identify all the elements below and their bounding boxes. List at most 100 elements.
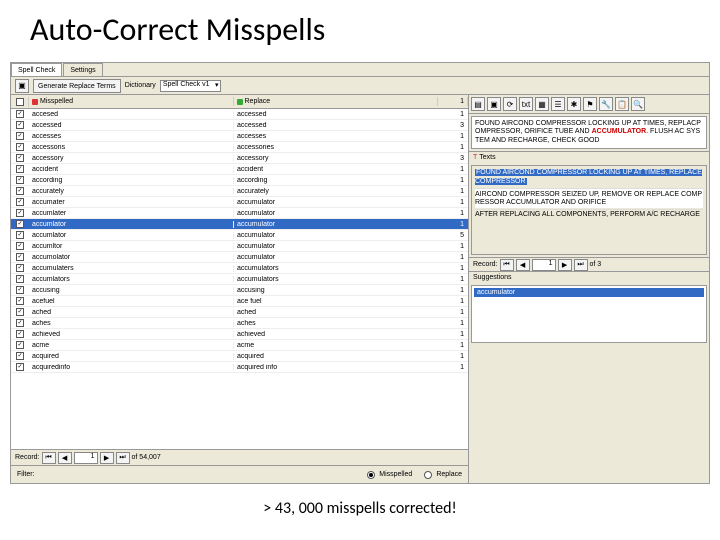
checkbox-icon[interactable] <box>16 297 24 305</box>
table-row[interactable]: accessorisaccessories1 <box>11 142 468 153</box>
row-check-cell[interactable] <box>11 352 29 360</box>
table-row[interactable]: accumlatorsaccumulators1 <box>11 274 468 285</box>
header-misspelled[interactable]: Misspelled <box>29 97 234 106</box>
checkbox-icon[interactable] <box>16 176 24 184</box>
checkbox-icon[interactable] <box>16 143 24 151</box>
checkbox-icon[interactable] <box>16 286 24 294</box>
ctx-nav-prev-button[interactable]: ◀ <box>516 259 530 271</box>
tool-icon-8[interactable]: ⚑ <box>583 97 597 111</box>
checkbox-icon[interactable] <box>16 352 24 360</box>
table-row[interactable]: accordingaccording1 <box>11 175 468 186</box>
table-row[interactable]: accessesaccesses1 <box>11 131 468 142</box>
row-check-cell[interactable] <box>11 308 29 316</box>
checkbox-icon[interactable] <box>16 121 24 129</box>
nav-next-button[interactable]: ▶ <box>100 452 114 464</box>
tool-icon-1[interactable]: ▤ <box>471 97 485 111</box>
row-check-cell[interactable] <box>11 143 29 151</box>
row-check-cell[interactable] <box>11 198 29 206</box>
checkbox-icon[interactable] <box>16 231 24 239</box>
table-row[interactable]: accessedaccessed3 <box>11 120 468 131</box>
dictionary-select[interactable]: Spell Check v1 <box>160 80 221 92</box>
table-row[interactable]: acquiredinfoacquired info1 <box>11 362 468 373</box>
table-row[interactable]: accidentaccident1 <box>11 164 468 175</box>
nav-first-button[interactable]: ⏮ <box>42 452 56 464</box>
suggestion-item[interactable]: accumulator <box>474 288 704 297</box>
checkbox-icon[interactable] <box>16 110 24 118</box>
checkbox-icon[interactable] <box>16 220 24 228</box>
tool-icon-7[interactable]: ✱ <box>567 97 581 111</box>
table-row[interactable]: achievedachieved1 <box>11 329 468 340</box>
row-check-cell[interactable] <box>11 286 29 294</box>
table-row[interactable]: accumolatoraccumulator1 <box>11 252 468 263</box>
nav-prev-button[interactable]: ◀ <box>58 452 72 464</box>
tool-icon-2[interactable]: ▣ <box>487 97 501 111</box>
checkbox-icon[interactable] <box>16 242 24 250</box>
header-checkbox-col[interactable] <box>11 97 29 107</box>
table-row[interactable]: accumltoraccumulator1 <box>11 241 468 252</box>
checkbox-icon[interactable] <box>16 341 24 349</box>
tool-icon-9[interactable]: 🔧 <box>599 97 613 111</box>
row-check-cell[interactable] <box>11 253 29 261</box>
row-check-cell[interactable] <box>11 297 29 305</box>
table-row[interactable]: accumlatoraccumulator1 <box>11 219 468 230</box>
table-row[interactable]: achesaches1 <box>11 318 468 329</box>
row-check-cell[interactable] <box>11 165 29 173</box>
table-row[interactable]: accuratelyaccurately1 <box>11 186 468 197</box>
row-check-cell[interactable] <box>11 220 29 228</box>
checkbox-icon[interactable] <box>16 253 24 261</box>
tool-icon-4[interactable]: txt <box>519 97 533 111</box>
checkbox-icon[interactable] <box>16 330 24 338</box>
checkbox-icon[interactable] <box>16 98 24 106</box>
tool-icon-3[interactable]: ⟳ <box>503 97 517 111</box>
row-check-cell[interactable] <box>11 176 29 184</box>
table-row[interactable]: acquiredacquired1 <box>11 351 468 362</box>
row-check-cell[interactable] <box>11 187 29 195</box>
checkbox-icon[interactable] <box>16 275 24 283</box>
table-row[interactable]: accumulatersaccumulators1 <box>11 263 468 274</box>
table-row[interactable]: acefuelace fuel1 <box>11 296 468 307</box>
tab-spellcheck[interactable]: Spell Check <box>11 63 62 76</box>
tool-icon-6[interactable]: ☰ <box>551 97 565 111</box>
table-row[interactable]: accumlatoraccumulator5 <box>11 230 468 241</box>
ctx-record-position[interactable]: 1 <box>532 259 556 271</box>
row-check-cell[interactable] <box>11 154 29 162</box>
generate-icon[interactable]: ▣ <box>15 79 29 93</box>
suggestions-box[interactable]: accumulator <box>471 285 707 343</box>
radio-replace[interactable] <box>424 471 432 479</box>
row-check-cell[interactable] <box>11 231 29 239</box>
checkbox-icon[interactable] <box>16 319 24 327</box>
checkbox-icon[interactable] <box>16 132 24 140</box>
row-check-cell[interactable] <box>11 209 29 217</box>
tab-settings[interactable]: Settings <box>63 63 102 76</box>
row-check-cell[interactable] <box>11 341 29 349</box>
ctx-nav-next-button[interactable]: ▶ <box>558 259 572 271</box>
row-check-cell[interactable] <box>11 110 29 118</box>
row-check-cell[interactable] <box>11 121 29 129</box>
checkbox-icon[interactable] <box>16 154 24 162</box>
row-check-cell[interactable] <box>11 319 29 327</box>
checkbox-icon[interactable] <box>16 308 24 316</box>
nav-last-button[interactable]: ⏭ <box>116 452 130 464</box>
checkbox-icon[interactable] <box>16 363 24 371</box>
tool-icon-5[interactable]: ▦ <box>535 97 549 111</box>
table-row[interactable]: achedached1 <box>11 307 468 318</box>
table-row[interactable]: acmeacme1 <box>11 340 468 351</box>
checkbox-icon[interactable] <box>16 198 24 206</box>
checkbox-icon[interactable] <box>16 209 24 217</box>
ctx-nav-last-button[interactable]: ⏭ <box>574 259 588 271</box>
row-check-cell[interactable] <box>11 264 29 272</box>
table-row[interactable]: accesedaccessed1 <box>11 109 468 120</box>
ctx-nav-first-button[interactable]: ⏮ <box>500 259 514 271</box>
checkbox-icon[interactable] <box>16 264 24 272</box>
header-replace[interactable]: Replace <box>234 97 439 106</box>
terms-grid-body[interactable]: accesedaccessed1accessedaccessed3accesse… <box>11 109 468 449</box>
table-row[interactable]: accumateraccumulator1 <box>11 197 468 208</box>
row-check-cell[interactable] <box>11 330 29 338</box>
tool-icon-10[interactable]: 📋 <box>615 97 629 111</box>
row-check-cell[interactable] <box>11 275 29 283</box>
radio-misspelled[interactable] <box>367 471 375 479</box>
table-row[interactable]: accusingaccusing1 <box>11 285 468 296</box>
checkbox-icon[interactable] <box>16 187 24 195</box>
row-check-cell[interactable] <box>11 242 29 250</box>
table-row[interactable]: accessoryaccessory3 <box>11 153 468 164</box>
